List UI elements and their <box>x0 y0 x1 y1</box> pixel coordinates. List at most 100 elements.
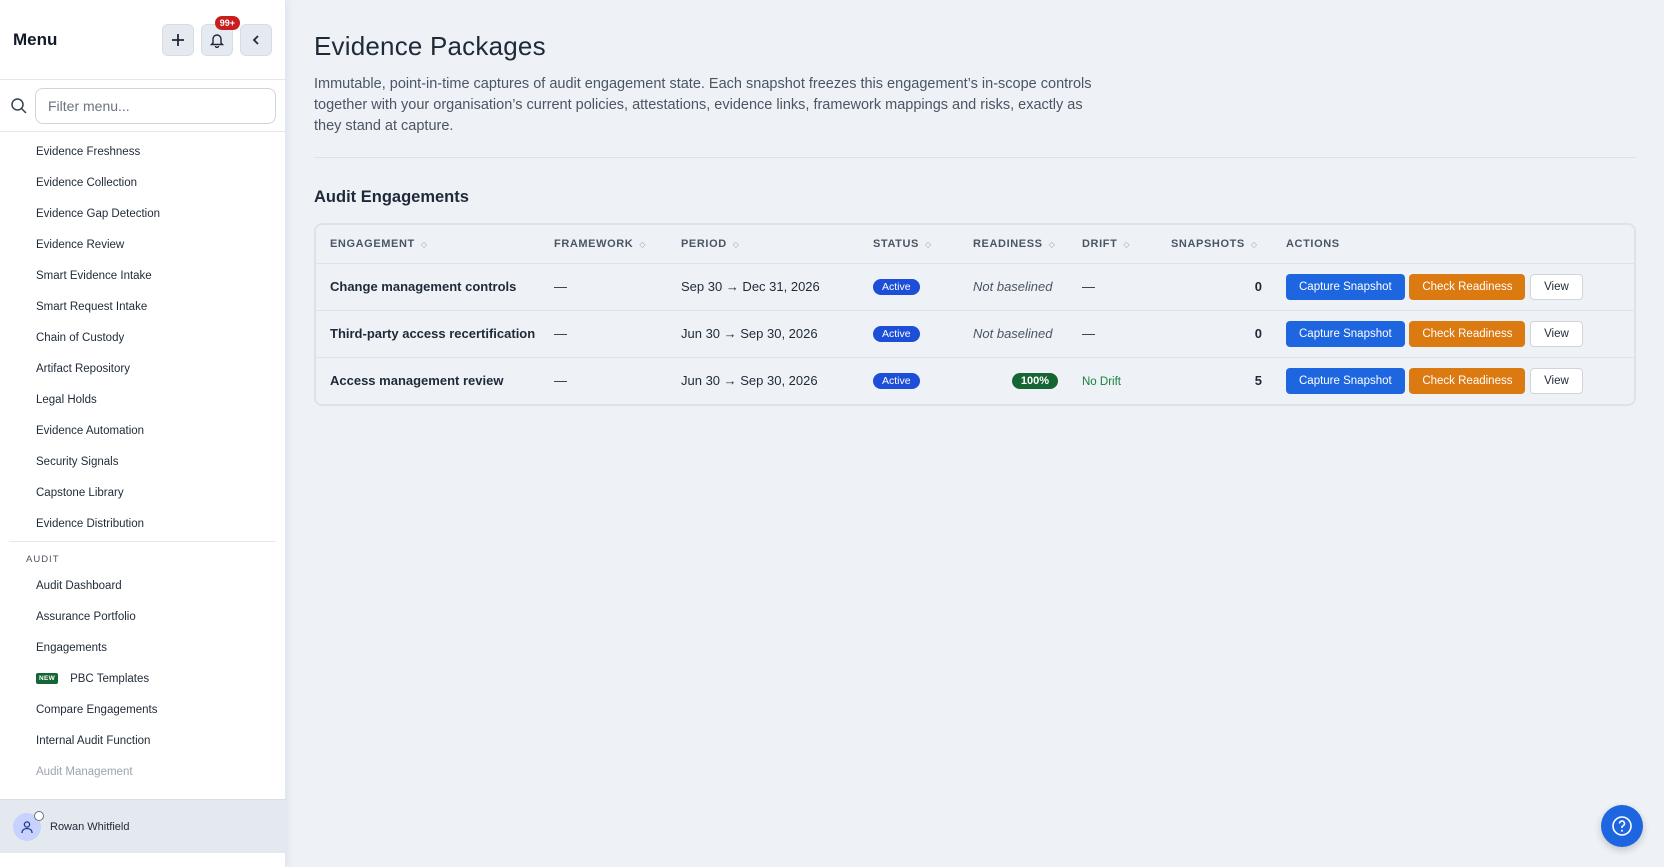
bell-icon <box>209 33 225 48</box>
column-header-drift[interactable]: DRIFT ◇ <box>1082 225 1171 264</box>
menu-search-row <box>0 80 285 132</box>
readiness-badge: 100% <box>1011 373 1058 390</box>
page-title: Evidence Packages <box>314 31 546 61</box>
section-label-audit: AUDIT <box>26 553 60 565</box>
sort-icon: ◇ <box>732 239 740 249</box>
status-badge: Active <box>873 326 920 342</box>
snapshots-count: 0 <box>1171 310 1286 358</box>
readiness-value: Not baselined <box>973 279 1053 294</box>
sidebar-item-evidence-freshness[interactable]: Evidence Freshness <box>0 136 285 167</box>
sort-icon: ◇ <box>1048 239 1056 249</box>
sidebar-item-internal-audit-function[interactable]: Internal Audit Function <box>0 725 285 756</box>
chevron-left-icon <box>252 34 259 45</box>
engagement-name[interactable]: Third-party access recertification <box>330 326 535 341</box>
view-button[interactable]: View <box>1530 367 1583 394</box>
engagements-table: ENGAGEMENT ◇ FRAMEWORK ◇ PERIOD ◇ STATUS ◇ R… <box>314 223 1636 406</box>
framework-cell: — <box>554 373 567 389</box>
sidebar-item-pbc-templates[interactable]: NEW PBC Templates <box>0 663 285 694</box>
sidebar: Menu 99+ Evidence Freshness Evidence Col… <box>0 0 286 867</box>
sidebar-item-evidence-collection[interactable]: Evidence Collection <box>0 167 285 198</box>
sidebar-item-engagements[interactable]: Engagements <box>0 632 285 663</box>
notifications-button[interactable]: 99+ <box>201 15 240 56</box>
sort-icon: ◇ <box>420 239 428 249</box>
sidebar-item-audit-management[interactable]: Audit Management <box>0 756 285 787</box>
sidebar-item-evidence-automation[interactable]: Evidence Automation <box>0 415 285 446</box>
user-profile[interactable]: Rowan Whitfield <box>0 799 286 853</box>
help-icon <box>1612 816 1632 836</box>
column-header-readiness[interactable]: READINESS ◇ <box>973 225 1082 264</box>
framework-cell: — <box>554 263 681 311</box>
avatar <box>13 810 44 841</box>
new-badge: NEW <box>36 673 59 684</box>
sort-icon: ◇ <box>924 239 932 249</box>
capture-snapshot-button[interactable]: Capture Snapshot <box>1286 320 1405 347</box>
check-readiness-button[interactable]: Check Readiness <box>1409 320 1526 347</box>
sidebar-item-evidence-distribution[interactable]: Evidence Distribution <box>0 508 285 539</box>
status-badge: Active <box>873 279 920 295</box>
sidebar-item-label: PBC Templates <box>70 672 150 685</box>
capture-snapshot-button[interactable]: Capture Snapshot <box>1286 367 1405 394</box>
column-header-status[interactable]: STATUS ◇ <box>873 225 973 264</box>
table-header-row: ENGAGEMENT ◇ FRAMEWORK ◇ PERIOD ◇ STATUS ◇ R… <box>316 225 1634 264</box>
user-name: Rowan Whitfield <box>50 820 130 833</box>
drift-cell: — <box>1082 263 1171 311</box>
column-header-actions: ACTIONS <box>1286 225 1634 264</box>
capture-snapshot-button[interactable]: Capture Snapshot <box>1286 273 1405 300</box>
status-badge: Active <box>873 373 920 390</box>
page-description: Immutable, point-in-time captures of aud… <box>314 76 1092 134</box>
collapse-sidebar-button[interactable] <box>240 23 272 56</box>
sidebar-item-legal-holds[interactable]: Legal Holds <box>0 384 285 415</box>
check-readiness-button[interactable]: Check Readiness <box>1409 367 1526 394</box>
view-button[interactable]: View <box>1530 320 1583 347</box>
snapshots-count: 5 <box>1254 373 1262 389</box>
search-icon <box>11 97 27 114</box>
table-row: Third-party access recertification — Jun… <box>316 310 1634 358</box>
sidebar-item-audit-dashboard[interactable]: Audit Dashboard <box>0 570 285 601</box>
table-row: Access management review — Jun 30 → Sep … <box>316 357 1634 404</box>
sidebar-item-compare-engagements[interactable]: Compare Engagements <box>0 694 285 725</box>
sidebar-item-evidence-review[interactable]: Evidence Review <box>0 229 285 260</box>
help-button[interactable] <box>1601 805 1643 847</box>
sort-icon: ◇ <box>1250 239 1258 249</box>
column-header-period[interactable]: PERIOD ◇ <box>681 225 873 264</box>
framework-cell: — <box>554 310 681 358</box>
sidebar-item-capstone-library[interactable]: Capstone Library <box>0 477 285 508</box>
menu-divider <box>9 541 276 542</box>
main-content: Evidence Packages Immutable, point-in-ti… <box>314 0 1636 406</box>
notification-count-badge: 99+ <box>214 15 240 30</box>
sidebar-item-artifact-repository[interactable]: Artifact Repository <box>0 353 285 384</box>
view-button[interactable]: View <box>1530 273 1583 300</box>
sidebar-item-smart-evidence-intake[interactable]: Smart Evidence Intake <box>0 260 285 291</box>
sidebar-item-chain-of-custody[interactable]: Chain of Custody <box>0 322 285 353</box>
sidebar-item-assurance-portfolio[interactable]: Assurance Portfolio <box>0 601 285 632</box>
sort-icon: ◇ <box>639 239 647 249</box>
menu-list: Evidence Freshness Evidence Collection E… <box>0 132 285 787</box>
menu-title: Menu <box>13 29 58 49</box>
sidebar-item-smart-request-intake[interactable]: Smart Request Intake <box>0 291 285 322</box>
snapshots-count: 0 <box>1171 263 1286 311</box>
plus-icon <box>172 33 184 46</box>
section-title: Audit Engagements <box>314 188 469 206</box>
column-header-snapshots[interactable]: SNAPSHOTS ◇ <box>1171 225 1286 264</box>
sidebar-item-security-signals[interactable]: Security Signals <box>0 446 285 477</box>
period-cell: Jun 30 → Sep 30, 2026 <box>681 373 818 389</box>
settings-dot-icon <box>34 810 44 821</box>
column-header-engagement[interactable]: ENGAGEMENT ◇ <box>316 225 554 264</box>
table-row: Change management controls — Sep 30 → De… <box>316 263 1634 311</box>
engagement-name[interactable]: Access management review <box>330 373 503 388</box>
sort-icon: ◇ <box>1123 239 1131 249</box>
menu-filter-input[interactable] <box>35 87 276 124</box>
drift-cell: — <box>1082 310 1171 358</box>
user-icon <box>21 820 33 833</box>
sidebar-item-evidence-gap-detection[interactable]: Evidence Gap Detection <box>0 198 285 229</box>
menu-header: Menu 99+ <box>0 0 285 80</box>
add-button[interactable] <box>162 23 194 56</box>
readiness-value: Not baselined <box>973 326 1053 341</box>
drift-status: No Drift <box>1082 376 1121 389</box>
engagement-name[interactable]: Change management controls <box>330 279 516 294</box>
divider <box>314 157 1636 158</box>
check-readiness-button[interactable]: Check Readiness <box>1409 273 1526 300</box>
column-header-framework[interactable]: FRAMEWORK ◇ <box>554 225 681 264</box>
period-cell: Sep 30 → Dec 31, 2026 <box>681 263 873 311</box>
period-cell: Jun 30 → Sep 30, 2026 <box>681 310 873 358</box>
